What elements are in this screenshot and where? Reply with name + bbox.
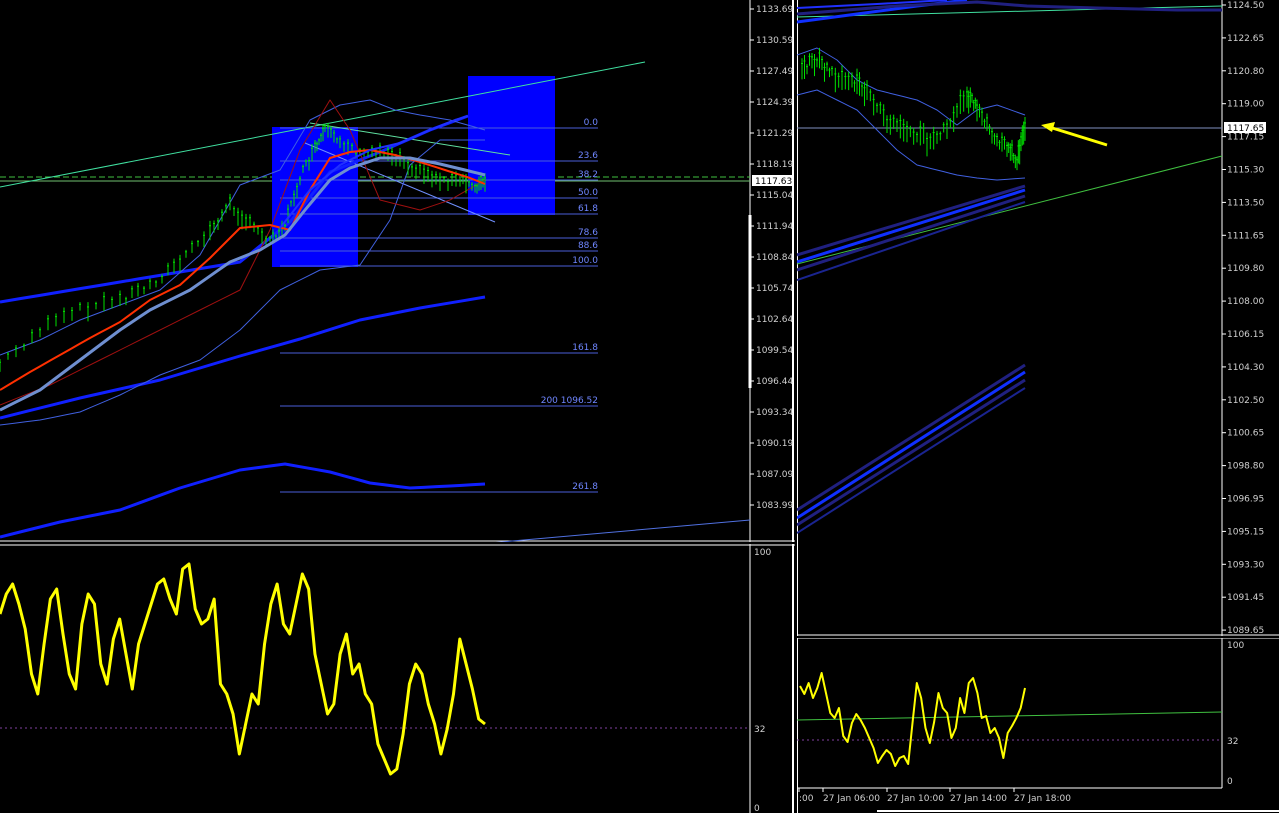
osc-axis-label: 0 bbox=[1227, 777, 1233, 787]
lower-ma-band bbox=[797, 378, 1026, 527]
price-axis-label: 1091.45 bbox=[1227, 593, 1264, 603]
right-oscillator-canvas[interactable]: 100 32 0 :00 27 Jan 06:00 27 Jan 10:00 27 Jan … bbox=[797, 638, 1279, 813]
lower-ma-band bbox=[797, 370, 1026, 520]
fib-level-label: 0.0 bbox=[584, 118, 599, 128]
oscillator-line bbox=[0, 562, 486, 776]
price-axis-label: 1121.29 bbox=[756, 129, 793, 139]
envelope-line bbox=[0, 99, 486, 406]
price-axis-label: 1089.65 bbox=[1227, 626, 1264, 636]
price-axis-label: 1104.30 bbox=[1227, 363, 1264, 373]
osc-axis-label: 32 bbox=[754, 725, 765, 735]
price-axis-label: 1133.69 bbox=[756, 5, 793, 15]
price-axis-label: 1108.84 bbox=[756, 253, 793, 263]
fib-level-label: 161.8 bbox=[572, 343, 598, 353]
price-axis-label: 1096.95 bbox=[1227, 495, 1264, 505]
right-price-chart[interactable]: 1124.50 1122.65 1120.80 1119.00 1117.15 1115.… bbox=[797, 0, 1279, 636]
fib-level-label: 78.6 bbox=[578, 228, 598, 238]
price-axis-label: 1124.50 bbox=[1227, 1, 1264, 11]
osc-axis-label: 100 bbox=[754, 548, 771, 558]
osc-axis-label: 32 bbox=[1227, 737, 1238, 747]
price-axis-label: 1083.99 bbox=[756, 501, 793, 511]
fib-level-label: 23.6 bbox=[578, 151, 598, 161]
fib-level-label: 50.0 bbox=[578, 188, 598, 198]
right-oscillator-pane[interactable]: 100 32 0 :00 27 Jan 06:00 27 Jan 10:00 27 Jan … bbox=[797, 638, 1279, 813]
price-axis-label: 1122.65 bbox=[1227, 34, 1264, 44]
current-price-label: 1117.63 bbox=[755, 177, 792, 187]
price-axis-label: 1105.74 bbox=[756, 284, 793, 294]
price-axis-label: 1099.54 bbox=[756, 346, 793, 356]
price-axis-label: 1109.80 bbox=[1227, 264, 1264, 274]
rising-ma-band bbox=[797, 184, 1026, 257]
bollinger-lower bbox=[0, 139, 485, 426]
price-axis-label: 1096.44 bbox=[756, 377, 793, 387]
ma-100-line bbox=[0, 295, 486, 420]
bollinger-upper bbox=[797, 47, 1026, 126]
price-axis-label: 1098.80 bbox=[1227, 462, 1264, 472]
left-oscillator-pane[interactable]: 100 32 0 bbox=[0, 544, 795, 813]
bollinger-lower bbox=[797, 89, 1026, 181]
annotation-arrow bbox=[1048, 125, 1108, 147]
price-axis-label: 1087.09 bbox=[756, 470, 793, 480]
lower-trendline bbox=[495, 519, 751, 542]
price-axis-label: 1108.00 bbox=[1227, 297, 1264, 307]
rising-ma-band bbox=[797, 201, 1026, 281]
price-axis-label: 1117.15 bbox=[1227, 133, 1264, 143]
fib-level-label: 261.8 bbox=[572, 482, 598, 492]
price-axis-label: 1100.65 bbox=[1227, 429, 1264, 439]
fib-level-label: 200 1096.52 bbox=[541, 396, 598, 406]
fib-level-label: 61.8 bbox=[578, 204, 598, 214]
lower-ma-band bbox=[797, 363, 1026, 512]
time-axis-label: 27 Jan 06:00 bbox=[823, 794, 880, 804]
price-axis-label: 1106.15 bbox=[1227, 330, 1264, 340]
osc-axis-label: 0 bbox=[754, 804, 760, 813]
right-price-chart-canvas[interactable]: 1124.50 1122.65 1120.80 1119.00 1117.15 1115.… bbox=[797, 0, 1279, 636]
annotation-arrow-head bbox=[1041, 122, 1055, 132]
price-axis-label: 1124.39 bbox=[756, 98, 793, 108]
price-axis-label: 1115.04 bbox=[756, 191, 793, 201]
price-axis-label: 1093.34 bbox=[756, 408, 793, 418]
fib-level-label: 38.2 bbox=[578, 170, 598, 180]
osc-axis-label: 100 bbox=[1227, 641, 1244, 651]
ma-200-line bbox=[0, 462, 486, 539]
lower-ma-band bbox=[797, 387, 1026, 534]
price-axis-label: 1115.30 bbox=[1227, 166, 1264, 176]
price-axis-label: 1119.00 bbox=[1227, 100, 1264, 110]
target-zone-rectangle bbox=[468, 76, 555, 215]
price-axis-label: 1127.49 bbox=[756, 67, 793, 77]
price-axis-label: 1102.50 bbox=[1227, 396, 1264, 406]
rising-ma-band bbox=[797, 188, 1026, 264]
fib-level-label: 100.0 bbox=[572, 256, 598, 266]
price-axis-label: 1095.15 bbox=[1227, 527, 1264, 537]
time-axis-label: :00 bbox=[799, 794, 814, 804]
price-axis-label: 1130.59 bbox=[756, 36, 793, 46]
time-axis-label: 27 Jan 10:00 bbox=[887, 794, 944, 804]
price-axis-label: 1102.64 bbox=[756, 315, 793, 325]
current-price-label: 1117.65 bbox=[1227, 124, 1264, 134]
fib-level-label: 88.6 bbox=[578, 241, 598, 251]
time-axis-label: 27 Jan 14:00 bbox=[950, 794, 1007, 804]
price-axis-label: 1111.65 bbox=[1227, 231, 1264, 241]
price-axis-label: 1093.30 bbox=[1227, 560, 1264, 570]
time-axis-label: 27 Jan 18:00 bbox=[1014, 794, 1071, 804]
left-price-chart[interactable]: 1133.69 1130.59 1127.49 1124.39 1121.29 1118.… bbox=[0, 0, 795, 542]
price-axis-label: 1118.19 bbox=[756, 160, 793, 170]
price-axis-label: 1111.94 bbox=[756, 222, 793, 232]
rising-ma-band bbox=[797, 194, 1026, 272]
left-price-chart-canvas[interactable]: 1133.69 1130.59 1127.49 1124.39 1121.29 1118.… bbox=[0, 0, 795, 542]
left-oscillator-canvas[interactable]: 100 32 0 bbox=[0, 544, 795, 813]
price-axis-label: 1113.50 bbox=[1227, 198, 1264, 208]
price-axis-label: 1120.80 bbox=[1227, 67, 1264, 77]
price-axis-label: 1090.19 bbox=[756, 439, 793, 449]
